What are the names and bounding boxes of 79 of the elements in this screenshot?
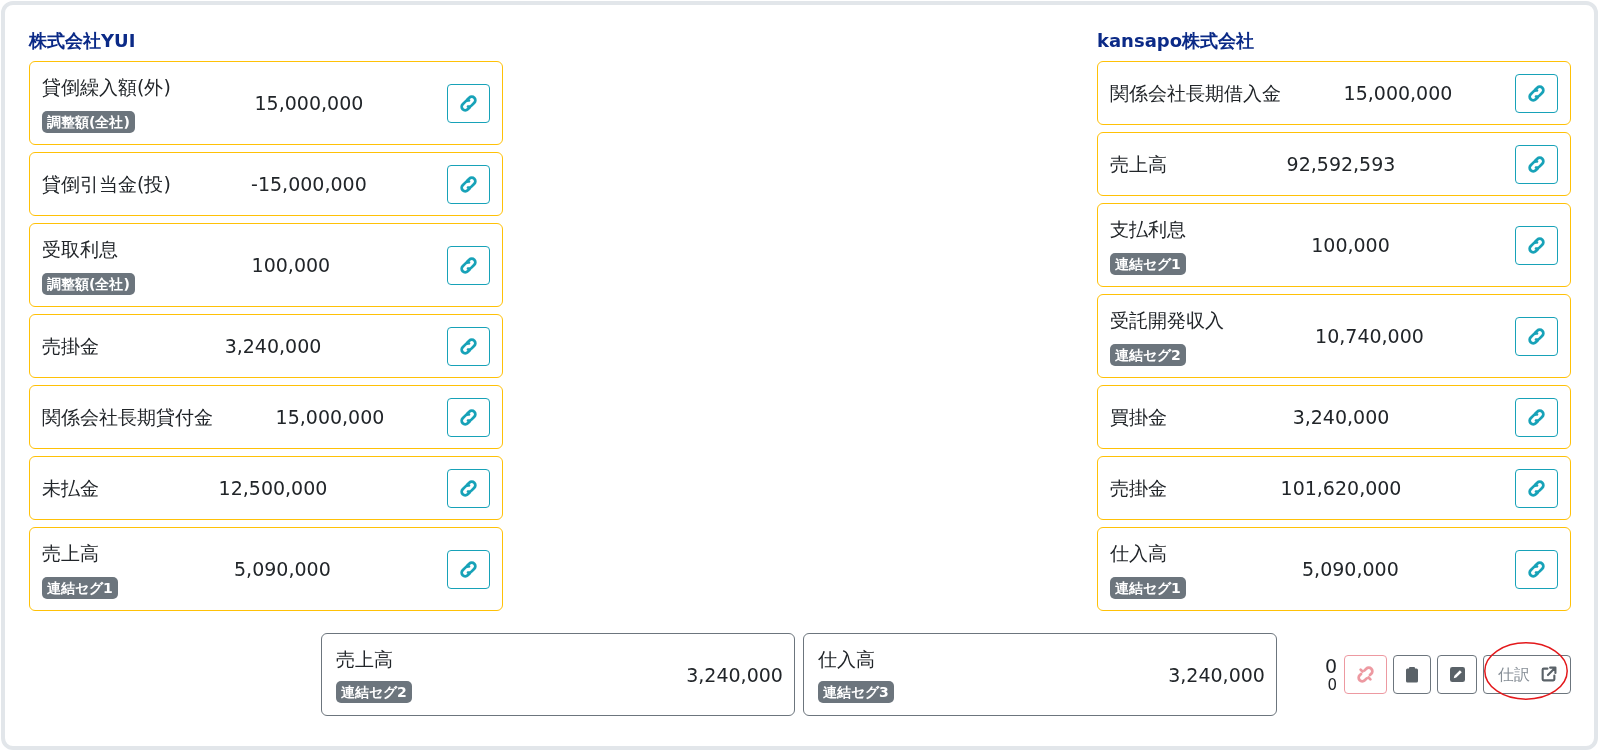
- account-amount: -15,000,000: [251, 172, 367, 197]
- account-amount: 15,000,000: [1343, 81, 1453, 106]
- segment-tag: 連結セグ2: [335, 681, 412, 703]
- link-icon: [459, 478, 478, 498]
- account-amount: 12,500,000: [218, 476, 328, 501]
- pencil-icon: [1449, 667, 1465, 682]
- account-amount: 15,000,000: [275, 405, 385, 430]
- account-amount: 10,740,000: [1315, 324, 1424, 349]
- segment-tag: 連結セグ1: [1110, 252, 1186, 275]
- link-button[interactable]: [447, 164, 490, 204]
- link-button[interactable]: [447, 83, 490, 123]
- link-icon: [459, 336, 478, 356]
- link-button[interactable]: [1515, 549, 1558, 589]
- segment-tag: 調整額(全社): [42, 272, 135, 295]
- account-name: 買掛金: [1110, 405, 1167, 430]
- segment-tag: 連結セグ2: [1110, 343, 1186, 366]
- link-icon: [1527, 326, 1546, 346]
- account-amount: 92,592,593: [1286, 152, 1396, 177]
- external-link-icon: [1539, 666, 1557, 683]
- journal-button[interactable]: 仕訳: [1483, 655, 1571, 694]
- link-button[interactable]: [447, 468, 490, 508]
- company-title: 株式会社YUI: [29, 29, 136, 53]
- account-name: 売掛金: [1110, 476, 1167, 501]
- link-button[interactable]: [447, 549, 490, 589]
- segment-tag: 調整額(全社): [42, 110, 135, 133]
- edit-button[interactable]: [1437, 655, 1477, 694]
- account-name: 売上高: [1110, 152, 1167, 177]
- account-name: 貸倒引当金(投): [42, 172, 171, 197]
- link-button[interactable]: [447, 397, 490, 437]
- link-button[interactable]: [1515, 316, 1558, 356]
- link-icon: [1527, 478, 1546, 498]
- company-title: kansapo株式会社: [1097, 29, 1255, 53]
- link-icon: [1527, 235, 1546, 255]
- link-icon: [459, 174, 478, 194]
- account-amount: 101,620,000: [1280, 476, 1402, 501]
- matched-amount: 3,240,000: [1168, 662, 1265, 688]
- account-name: 支払利息: [1110, 216, 1186, 242]
- matched-account-name: 売上高: [335, 647, 393, 672]
- link-icon: [1527, 83, 1546, 103]
- account-name: 仕入高: [1110, 540, 1167, 566]
- matched-account-name: 仕入高: [817, 647, 875, 672]
- account-amount: 3,240,000: [1292, 405, 1390, 430]
- link-icon: [459, 255, 478, 275]
- account-name: 関係会社長期借入金: [1110, 81, 1281, 106]
- link-button[interactable]: [1515, 73, 1558, 113]
- link-button[interactable]: [1515, 144, 1558, 184]
- account-name: 受取利息: [42, 236, 118, 262]
- link-icon: [459, 559, 478, 579]
- broken-link-icon: [1356, 665, 1375, 684]
- account-name: 売上高: [42, 540, 99, 566]
- account-name: 貸倒繰入額(外): [42, 74, 171, 100]
- link-icon: [459, 407, 478, 427]
- link-icon: [1527, 559, 1546, 579]
- account-amount: 100,000: [1311, 233, 1390, 258]
- link-button[interactable]: [447, 245, 490, 285]
- account-amount: 3,240,000: [224, 334, 322, 359]
- account-amount: 5,090,000: [234, 557, 331, 582]
- clipboard-button[interactable]: [1393, 655, 1431, 694]
- matched-amount: 3,240,000: [686, 662, 783, 688]
- segment-tag: 連結セグ3: [817, 681, 894, 703]
- segment-tag: 連結セグ1: [1110, 576, 1186, 599]
- link-button[interactable]: [1515, 468, 1558, 508]
- account-name: 受託開発収入: [1110, 307, 1224, 333]
- account-amount: 15,000,000: [254, 91, 364, 116]
- match-count: 0: [1327, 677, 1337, 694]
- account-amount: 5,090,000: [1302, 557, 1399, 582]
- account-name: 未払金: [42, 476, 99, 501]
- link-icon: [1527, 154, 1546, 174]
- clipboard-icon: [1406, 666, 1418, 683]
- account-amount: 100,000: [251, 253, 331, 278]
- link-icon: [459, 93, 478, 113]
- link-icon: [1527, 407, 1546, 427]
- segment-tag: 連結セグ1: [42, 576, 118, 599]
- link-button[interactable]: [1515, 225, 1558, 265]
- link-button[interactable]: [1515, 397, 1558, 437]
- account-name: 売掛金: [42, 334, 99, 359]
- match-count: 0: [1324, 655, 1337, 677]
- link-button[interactable]: [447, 326, 490, 366]
- account-name: 関係会社長期貸付金: [42, 405, 213, 430]
